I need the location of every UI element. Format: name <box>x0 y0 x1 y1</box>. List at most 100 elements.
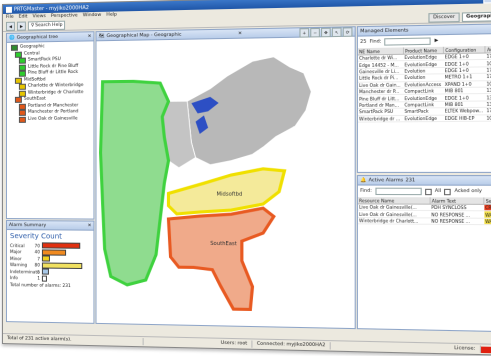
table-cell: 10.0.1.52 <box>485 59 491 66</box>
status-swatch <box>15 77 22 83</box>
table-cell: Live Oak dr Gainesville(... <box>358 204 430 211</box>
status-swatch <box>19 90 26 96</box>
managed-elements-table: NE Name Product Name Configuration Address … <box>358 46 491 123</box>
table-cell: 172.20.1.56 <box>485 53 491 60</box>
status-swatch <box>19 117 26 123</box>
table-cell: Winterbridge dr ... <box>358 115 403 122</box>
active-alarms-panel: 🔔 Active Alarms 231 ✕ Find: All Acked on… <box>357 175 491 332</box>
alarm-status-text: Total of 231 active alarm(s). <box>3 335 144 345</box>
status-swatch <box>19 71 26 77</box>
alarm-summary-tab[interactable]: Alarm Summary <box>9 223 46 228</box>
severity-label: Major <box>10 249 32 254</box>
status-swatch <box>19 58 26 64</box>
severity-count: 5 <box>32 269 42 274</box>
managed-count: 25 <box>360 40 366 45</box>
perspective-switcher: Discover Geographical ... <box>429 11 491 22</box>
map-label-southeast: SouthEast <box>210 241 237 247</box>
active-alarms-body: Live Oak dr Gainesville(... PDH SYNCLOSS C… <box>358 204 491 225</box>
severity-bar <box>42 243 80 249</box>
map-tab[interactable]: Geographical Map - Geographic <box>107 32 182 38</box>
search-help-button[interactable]: ⚲ Search Help <box>28 20 66 30</box>
table-cell: WARNING <box>484 211 491 218</box>
active-alarms-tab[interactable]: Active Alarms <box>369 178 404 183</box>
severity-count: 40 <box>32 250 42 255</box>
geo-tree: Geographic Central SmartPack PSU Little … <box>7 41 93 125</box>
refresh-icon[interactable]: ⟳ <box>343 27 353 37</box>
zoom-in-icon[interactable]: + <box>299 28 309 38</box>
active-alarms-table: Resource Name Alarm Text Severity Live Oak… <box>358 197 491 225</box>
severity-label: Warning <box>10 262 32 267</box>
us-map: Midsoftbd SouthEast <box>97 37 355 328</box>
all-radio[interactable] <box>425 188 432 194</box>
close-icon[interactable]: ✕ <box>88 223 92 228</box>
menu-perspective[interactable]: Perspective <box>51 13 78 19</box>
minimize-button[interactable] <box>483 0 491 3</box>
table-cell: Winterbridge dr Charlott... <box>358 217 430 224</box>
geo-tree-title: Geographical tree <box>17 34 58 40</box>
severity-bar <box>42 262 82 269</box>
severity-label: Critical <box>10 243 32 248</box>
map-toolbar: + − ✥ ↖ ⟳ <box>299 27 352 37</box>
close-icon[interactable]: ✕ <box>88 34 92 39</box>
status-swatch <box>19 104 26 110</box>
alarm-find-label: Find: <box>360 189 372 194</box>
table-cell: EDGE HIB-EP <box>444 114 486 121</box>
alarm-find-row: Find: All Acked only <box>358 186 491 198</box>
status-swatch <box>19 64 26 70</box>
search-help-label: Search Help <box>35 22 62 28</box>
app-root: PRTGMaster - myjiko2000HA2 File Edit Vie… <box>0 0 491 351</box>
menu-window[interactable]: Window <box>83 13 101 18</box>
status-swatch <box>15 51 22 57</box>
map-panel: 🗺 Geographical Map - Geographic ✕ + − ✥ … <box>95 26 355 329</box>
table-cell: NO RESPONSE ... <box>430 211 484 218</box>
table-cell: 10.0.1.54,1 <box>485 114 491 121</box>
tree-item-live-oak[interactable]: Live Oak dr Gainesville <box>9 116 91 123</box>
tree-item-winterbridge[interactable]: Winterbridge dr Charlotte <box>9 89 91 96</box>
pan-icon[interactable]: ✥ <box>321 27 331 37</box>
search-icon: ⚲ <box>31 23 34 28</box>
managed-find-label: Find: <box>370 39 382 44</box>
select-icon[interactable]: ↖ <box>332 27 342 37</box>
acked-only-label: Acked only <box>454 189 482 194</box>
forward-icon[interactable]: ▶ <box>17 21 26 30</box>
managed-find-input[interactable] <box>385 37 431 45</box>
menu-help[interactable]: Help <box>106 13 117 18</box>
find-next-icon[interactable]: ▶ <box>435 38 439 43</box>
menu-views[interactable]: Views <box>32 14 45 19</box>
severity-label: Minor <box>10 256 32 261</box>
severity-count: 80 <box>32 263 42 268</box>
severity-rows: Critical 70 Major 40 Minor 7 Warning 80 Indeterm… <box>7 242 93 282</box>
close-icon[interactable]: ✕ <box>238 31 242 36</box>
tree-label: Live Oak dr Gainesville <box>28 116 78 123</box>
table-cell: PDH SYNCLOSS <box>430 204 484 211</box>
alarm-total: Total number of alarms: 231 <box>7 281 93 291</box>
table-cell: 10.0.1.78 <box>485 80 491 87</box>
severity-count: 70 <box>32 243 42 248</box>
severity-bar <box>42 275 47 281</box>
managed-elements-tab[interactable]: Managed Elements <box>360 28 408 34</box>
acked-only-checkbox[interactable] <box>444 188 451 194</box>
back-icon[interactable]: ◀ <box>6 21 15 30</box>
table-cell: 172.20.1.72 <box>485 107 491 114</box>
table-row[interactable]: Winterbridge dr ... EvolutionEdge EDGE HIB… <box>358 114 491 122</box>
geo-tree-panel: 🌐 Geographical tree ✕ Geographic Central… <box>6 31 94 219</box>
menu-edit[interactable]: Edit <box>19 14 28 19</box>
table-row[interactable]: Winterbridge dr Charlott... NO RESPONSE .… <box>358 217 491 225</box>
status-bar: Total of 231 active alarm(s). Users: roo… <box>3 333 491 355</box>
status-swatch <box>11 45 18 51</box>
table-cell: NO RESPONSE ... <box>430 218 484 225</box>
menu-file[interactable]: File <box>6 15 14 20</box>
table-cell: WARNING <box>484 218 491 225</box>
severity-count: 7 <box>32 256 42 261</box>
severity-bar <box>42 249 66 255</box>
alarm-find-input[interactable] <box>375 188 421 195</box>
perspective-discover[interactable]: Discover <box>429 12 460 22</box>
main-window: PRTGMaster - myjiko2000HA2 File Edit Vie… <box>2 0 491 356</box>
column-header[interactable]: Address <box>485 46 491 53</box>
zoom-out-icon[interactable]: − <box>310 27 320 37</box>
all-label: All <box>435 189 441 194</box>
table-cell: 172.20.1.44 <box>485 66 491 73</box>
table-cell: 137.133.16 <box>485 100 491 107</box>
table-cell: ELTEK Webpow... <box>444 108 486 115</box>
perspective-geographical[interactable]: Geographical ... <box>462 11 491 22</box>
